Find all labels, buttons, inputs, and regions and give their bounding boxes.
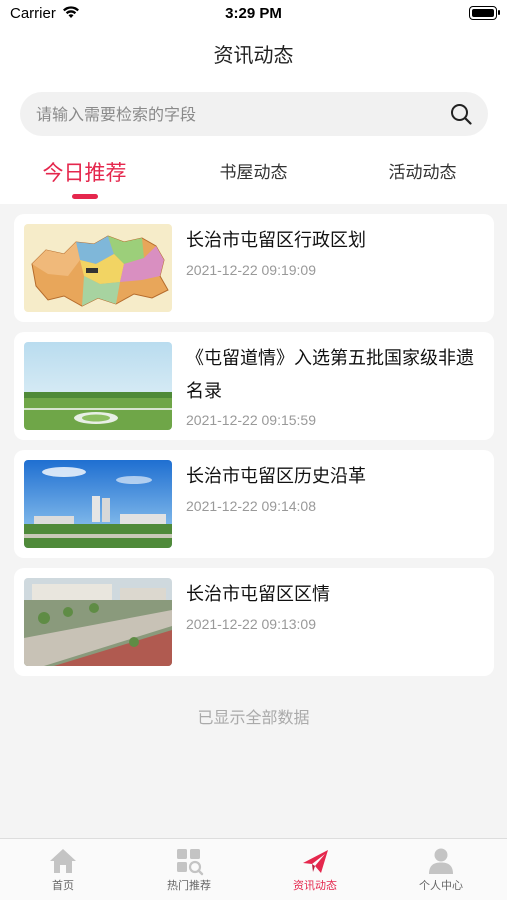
article-date: 2021-12-22 09:14:08 [186,498,316,514]
category-tabs: 今日推荐 书屋动态 活动动态 [0,146,507,204]
article-card[interactable]: 长治市屯留区区情 2021-12-22 09:13:09 [14,568,494,676]
bottom-tab-bar: 首页 热门推荐 资讯动态 个人中心 [0,838,507,900]
article-card[interactable]: 长治市屯留区行政区划 2021-12-22 09:19:09 [14,214,494,322]
page-title: 资讯动态 [213,43,294,67]
article-date: 2021-12-22 09:19:09 [186,262,316,278]
tabbar-item-home[interactable]: 首页 [0,839,126,900]
article-thumbnail-park [24,342,172,430]
tabbar-label: 个人中心 [419,879,463,892]
battery-icon [469,6,500,20]
search-icon[interactable] [450,103,472,125]
tab-label: 书屋动态 [219,163,288,183]
home-icon [50,849,76,873]
article-title: 长治市屯留区行政区划 [186,230,366,251]
article-date: 2021-12-22 09:13:09 [186,616,316,632]
tabbar-label: 资讯动态 [293,879,337,892]
hot-recommend-icon [177,849,204,876]
tab-today-recommend[interactable]: 今日推荐 [0,146,169,204]
status-time: 3:29 PM [225,5,282,22]
tab-label: 活动动态 [388,163,457,183]
tabbar-item-profile[interactable]: 个人中心 [378,839,504,900]
active-tab-indicator [71,194,98,199]
tab-label: 今日推荐 [42,161,127,185]
article-thumbnail-city [24,460,172,548]
tabbar-item-hot[interactable]: 热门推荐 [126,839,252,900]
search-input[interactable] [36,92,436,136]
tabbar-item-news[interactable]: 资讯动态 [252,839,378,900]
search-bar [0,80,507,146]
article-thumbnail-plaza [24,578,172,666]
article-list: 长治市屯留区行政区划 2021-12-22 09:19:09 《屯留道情》入选第… [14,214,494,686]
person-icon [429,848,453,874]
paper-plane-icon [303,850,328,873]
tabbar-label: 热门推荐 [167,879,211,892]
article-card[interactable]: 长治市屯留区历史沿革 2021-12-22 09:14:08 [14,450,494,558]
nav-header: 资讯动态 [0,30,507,80]
article-thumbnail-map [24,224,172,312]
status-bar: Carrier 3:29 PM [0,0,507,30]
article-title: 《屯留道情》入选第五批国家级非遗名录 [186,348,474,402]
list-end-text: 已显示全部数据 [197,708,310,727]
article-card[interactable]: 《屯留道情》入选第五批国家级非遗名录 2021-12-22 09:15:59 [14,332,494,440]
tabbar-label: 首页 [52,879,74,892]
article-date: 2021-12-22 09:15:59 [186,412,316,428]
article-title: 长治市屯留区历史沿革 [186,466,366,487]
article-title: 长治市屯留区区情 [186,584,330,605]
tab-activity-news[interactable]: 活动动态 [338,146,507,204]
tab-bookhouse-news[interactable]: 书屋动态 [169,146,338,204]
search-box[interactable] [20,92,488,136]
